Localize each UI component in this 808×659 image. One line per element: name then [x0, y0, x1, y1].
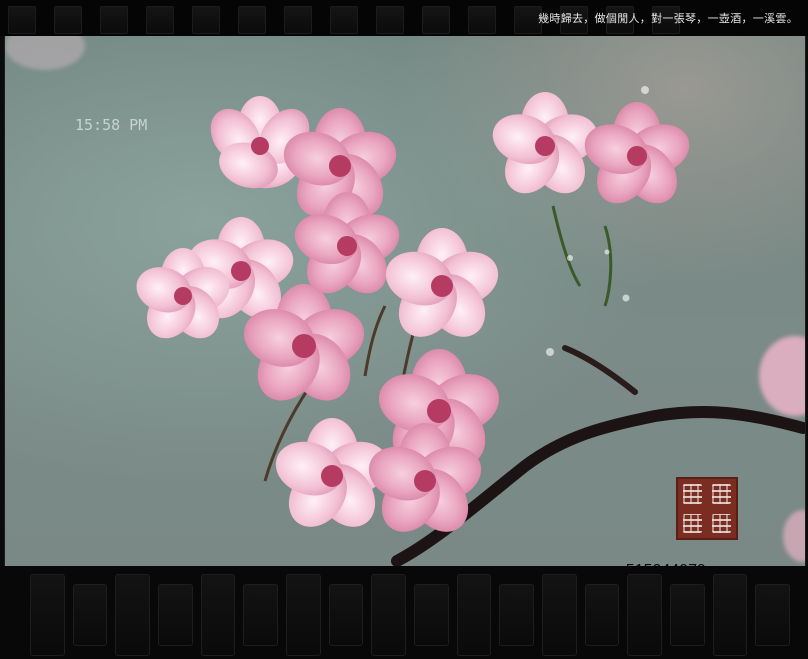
artist-seal: [676, 477, 738, 540]
seal-glyph: [712, 513, 731, 533]
stem: [551, 205, 582, 287]
bottom-calligraphy-pattern: [30, 574, 790, 656]
cherry-blossom-photo: 15:58 PM qq515044979: [4, 36, 806, 566]
stem: [603, 225, 613, 307]
branch-small: [562, 345, 638, 395]
seal-glyph: [712, 484, 731, 504]
poem-caption: 幾時歸去，做個閒人，對一張琴，一壺酒，一溪雲。: [538, 12, 798, 25]
seal-glyph: [683, 484, 702, 504]
clock-overlay: 15:58 PM: [75, 116, 148, 134]
blossom: [584, 102, 690, 204]
blossom: [385, 228, 499, 337]
bottom-calligraphy-band: [0, 566, 808, 659]
seal-glyph: [683, 513, 702, 533]
top-calligraphy-band: 幾時歸去，做個閒人，對一張琴，一壺酒，一溪雲。: [0, 0, 808, 36]
